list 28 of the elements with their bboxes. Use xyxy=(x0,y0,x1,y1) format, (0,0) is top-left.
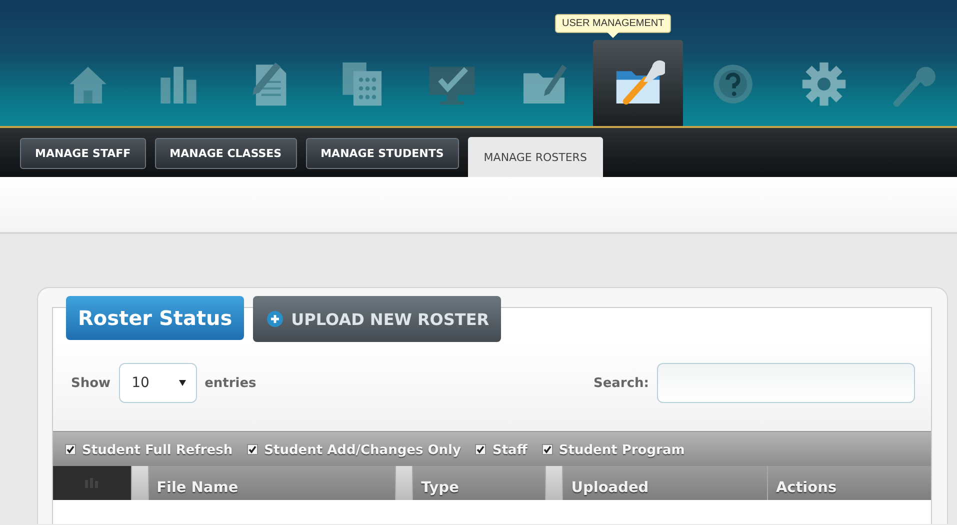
search-field[interactable] xyxy=(657,363,915,403)
entries-label: entries xyxy=(204,376,256,390)
caret-icon xyxy=(178,380,186,386)
tab[interactable]: MANAGE STUDENTS xyxy=(306,138,459,169)
page-size-select[interactable]: 10 xyxy=(118,363,197,403)
checkbox[interactable] xyxy=(475,444,486,455)
filter-checkbox[interactable]: Student Full Refresh xyxy=(65,443,233,458)
checkbox[interactable] xyxy=(65,444,76,455)
plus-icon xyxy=(267,311,284,327)
column-header[interactable]: Uploaded xyxy=(563,470,649,496)
tab[interactable]: Roster Status xyxy=(66,296,244,340)
nav-tab[interactable] xyxy=(593,40,684,126)
column-header[interactable]: File Name xyxy=(148,470,238,496)
checkbox[interactable] xyxy=(247,444,258,455)
filter-checkbox[interactable]: Staff xyxy=(475,443,528,458)
tooltip-pointer-icon xyxy=(607,32,620,39)
show-label: Show xyxy=(71,376,111,390)
column-header[interactable]: Type xyxy=(413,470,459,496)
filter-checkbox[interactable]: Student Add/Changes Only xyxy=(247,443,461,458)
tooltip: USER MANAGEMENT xyxy=(555,14,672,39)
tab[interactable]: MANAGE STAFF xyxy=(20,138,146,169)
tab[interactable]: MANAGE ROSTERS xyxy=(468,137,603,177)
column-header[interactable]: Actions xyxy=(768,470,837,496)
checkbox[interactable] xyxy=(542,444,553,455)
tab[interactable]: MANAGE CLASSES xyxy=(154,138,297,169)
tab[interactable]: UPLOAD NEW ROSTER xyxy=(253,296,502,342)
filter-checkbox[interactable]: Student Program xyxy=(542,443,685,458)
search-label: Search: xyxy=(593,376,649,390)
